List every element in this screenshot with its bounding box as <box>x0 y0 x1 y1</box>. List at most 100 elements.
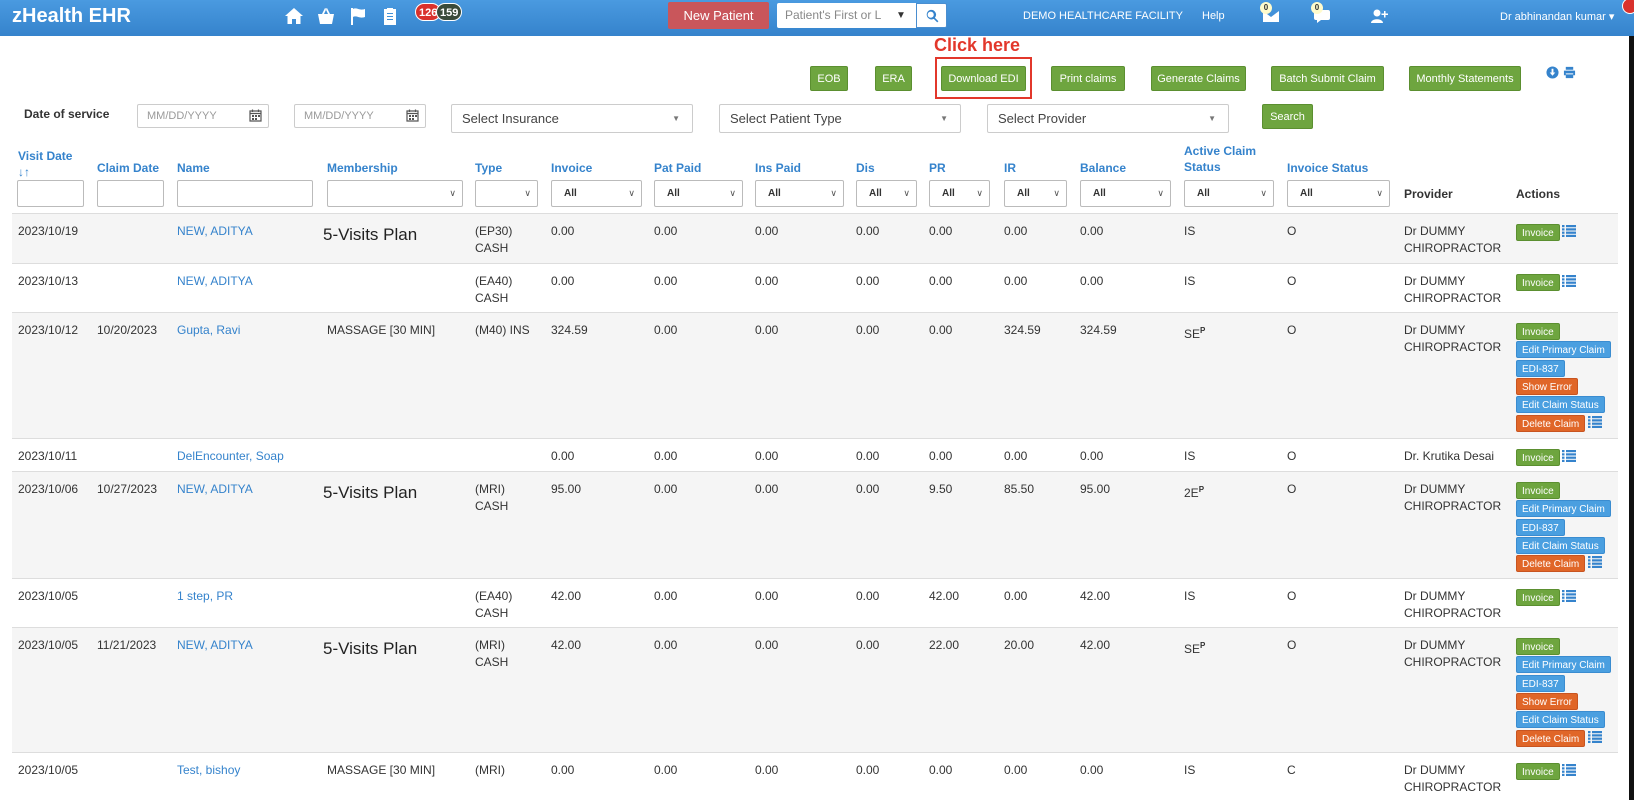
task-badge[interactable]: 159 <box>436 3 463 21</box>
patient-name-link[interactable]: 1 step, PR <box>177 588 233 605</box>
type-filter-select[interactable]: ∨ <box>475 180 538 207</box>
patient-name-link[interactable]: Test, bishoy <box>177 762 240 779</box>
provider-select[interactable]: Select Provider ▼ <box>987 104 1229 133</box>
invoice-button[interactable]: Invoice <box>1516 323 1560 340</box>
basket-icon[interactable] <box>316 6 336 26</box>
name-filter-input[interactable] <box>177 180 313 207</box>
col-pat-paid[interactable]: Pat Paid <box>654 160 701 176</box>
sort-icon[interactable]: ↓↑ <box>18 164 72 180</box>
list-icon[interactable] <box>1588 415 1602 428</box>
patient-name-link[interactable]: DelEncounter, Soap <box>177 448 284 465</box>
download-icon[interactable] <box>1546 66 1559 79</box>
balance-filter-select[interactable]: All ∨ <box>1080 180 1171 207</box>
pat-paid-filter-select[interactable]: All ∨ <box>654 180 743 207</box>
list-icon[interactable] <box>1562 590 1576 602</box>
pr-filter-select[interactable]: All ∨ <box>929 180 990 207</box>
col-type[interactable]: Type <box>475 160 502 176</box>
edit-primary-button[interactable]: Edit Primary Claim <box>1516 500 1611 518</box>
col-name[interactable]: Name <box>177 160 210 176</box>
delete-claim-button[interactable]: Delete Claim <box>1516 729 1586 747</box>
calendar-icon[interactable] <box>406 109 419 122</box>
edi-button[interactable]: EDI-837 <box>1516 518 1565 536</box>
facility-menu[interactable]: DEMO HEALTHCARE FACILITY <box>1023 10 1183 22</box>
help-link[interactable]: Help <box>1202 10 1225 22</box>
claim-date-filter-input[interactable] <box>97 180 164 207</box>
edit-status-button[interactable]: Edit Claim Status <box>1516 536 1605 554</box>
col-visit-date[interactable]: Visit Date ↓↑ <box>18 148 72 180</box>
filter-search-button[interactable]: Search <box>1262 104 1313 129</box>
list-icon[interactable] <box>1588 730 1602 743</box>
clipboard-icon[interactable] <box>380 6 400 26</box>
monthly-statements-button[interactable]: Monthly Statements <box>1409 66 1521 91</box>
user-menu[interactable]: Dr abhinandan kumar ▾ <box>1500 10 1614 23</box>
edi-button[interactable]: EDI-837 <box>1516 359 1565 377</box>
edit-primary-button[interactable]: Edit Primary Claim <box>1516 656 1611 674</box>
invoice-button[interactable]: Invoice <box>1516 224 1560 241</box>
insurance-select[interactable]: Select Insurance ▼ <box>451 104 693 133</box>
date-from-input[interactable]: MM/DD/YYYY <box>137 104 269 128</box>
show-error-button[interactable]: Show Error <box>1516 692 1579 710</box>
date-to-input[interactable]: MM/DD/YYYY <box>294 104 426 128</box>
invoice-status-filter-select[interactable]: All ∨ <box>1287 180 1390 207</box>
invoice-button[interactable]: Invoice <box>1516 449 1560 466</box>
invoice-button[interactable]: Invoice <box>1516 482 1560 499</box>
patient-name-link[interactable]: NEW, ADITYA <box>177 223 253 240</box>
invoice-button[interactable]: Invoice <box>1516 763 1560 780</box>
col-balance[interactable]: Balance <box>1080 160 1126 176</box>
delete-claim-button[interactable]: Delete Claim <box>1516 555 1586 573</box>
list-icon[interactable] <box>1562 450 1576 462</box>
list-icon[interactable] <box>1562 764 1576 776</box>
list-icon[interactable] <box>1588 556 1602 569</box>
patient-name-link[interactable]: Gupta, Ravi <box>177 322 240 339</box>
home-icon[interactable] <box>284 6 304 26</box>
download-edi-button[interactable]: Download EDI <box>941 66 1026 91</box>
col-ir[interactable]: IR <box>1004 160 1016 176</box>
alert-badge[interactable] <box>1622 0 1634 14</box>
new-patient-button[interactable]: New Patient <box>668 2 769 29</box>
claim-status-filter-select[interactable]: All ∨ <box>1184 180 1274 207</box>
batch-submit-claim-button[interactable]: Batch Submit Claim <box>1271 66 1384 91</box>
col-dis[interactable]: Dis <box>856 160 875 176</box>
col-invoice[interactable]: Invoice <box>551 160 592 176</box>
col-invoice-status[interactable]: Invoice Status <box>1287 160 1368 176</box>
era-button[interactable]: ERA <box>875 66 912 91</box>
patient-name-link[interactable]: NEW, ADITYA <box>177 481 253 498</box>
invoice-button[interactable]: Invoice <box>1516 638 1560 655</box>
search-type-dropdown[interactable]: ▼ <box>886 3 916 28</box>
show-error-button[interactable]: Show Error <box>1516 377 1579 395</box>
delete-claim-button[interactable]: Delete Claim <box>1516 414 1586 432</box>
visit-date-filter-input[interactable] <box>17 180 84 207</box>
search-button[interactable] <box>916 3 947 28</box>
dis-filter-select[interactable]: All ∨ <box>856 180 917 207</box>
edit-status-button[interactable]: Edit Claim Status <box>1516 711 1605 729</box>
list-icon[interactable] <box>1562 275 1576 287</box>
calendar-icon[interactable] <box>249 109 262 122</box>
col-ins-paid[interactable]: Ins Paid <box>755 160 801 176</box>
edit-primary-button[interactable]: Edit Primary Claim <box>1516 341 1611 359</box>
edit-status-button[interactable]: Edit Claim Status <box>1516 396 1605 414</box>
col-active-claim-status[interactable]: Active Claim Status <box>1184 143 1256 175</box>
eob-button[interactable]: EOB <box>810 66 848 91</box>
print-claims-button[interactable]: Print claims <box>1051 66 1125 91</box>
ins-paid-filter-select[interactable]: All ∨ <box>755 180 844 207</box>
invoice-button[interactable]: Invoice <box>1516 589 1560 606</box>
col-claim-date[interactable]: Claim Date <box>97 160 159 176</box>
edi-button[interactable]: EDI-837 <box>1516 674 1565 692</box>
col-membership[interactable]: Membership <box>327 160 398 176</box>
generate-claims-button[interactable]: Generate Claims <box>1151 66 1246 91</box>
col-pr[interactable]: PR <box>929 160 946 176</box>
list-icon[interactable] <box>1562 225 1576 237</box>
invoice-filter-select[interactable]: All ∨ <box>551 180 642 207</box>
patient-name-link[interactable]: NEW, ADITYA <box>177 637 253 654</box>
chat-icon[interactable]: 0 <box>1311 2 1331 24</box>
print-icon[interactable] <box>1563 66 1576 79</box>
add-user-icon[interactable] <box>1370 8 1388 24</box>
flag-icon[interactable] <box>348 6 368 26</box>
ir-filter-select[interactable]: All ∨ <box>1004 180 1067 207</box>
app-brand[interactable]: zHealth EHR <box>12 5 131 28</box>
invoice-button[interactable]: Invoice <box>1516 274 1560 291</box>
patient-name-link[interactable]: NEW, ADITYA <box>177 273 253 290</box>
messages-icon[interactable]: 0 <box>1260 2 1280 24</box>
patient-type-select[interactable]: Select Patient Type ▼ <box>719 104 961 133</box>
membership-filter-select[interactable]: ∨ <box>327 180 463 207</box>
